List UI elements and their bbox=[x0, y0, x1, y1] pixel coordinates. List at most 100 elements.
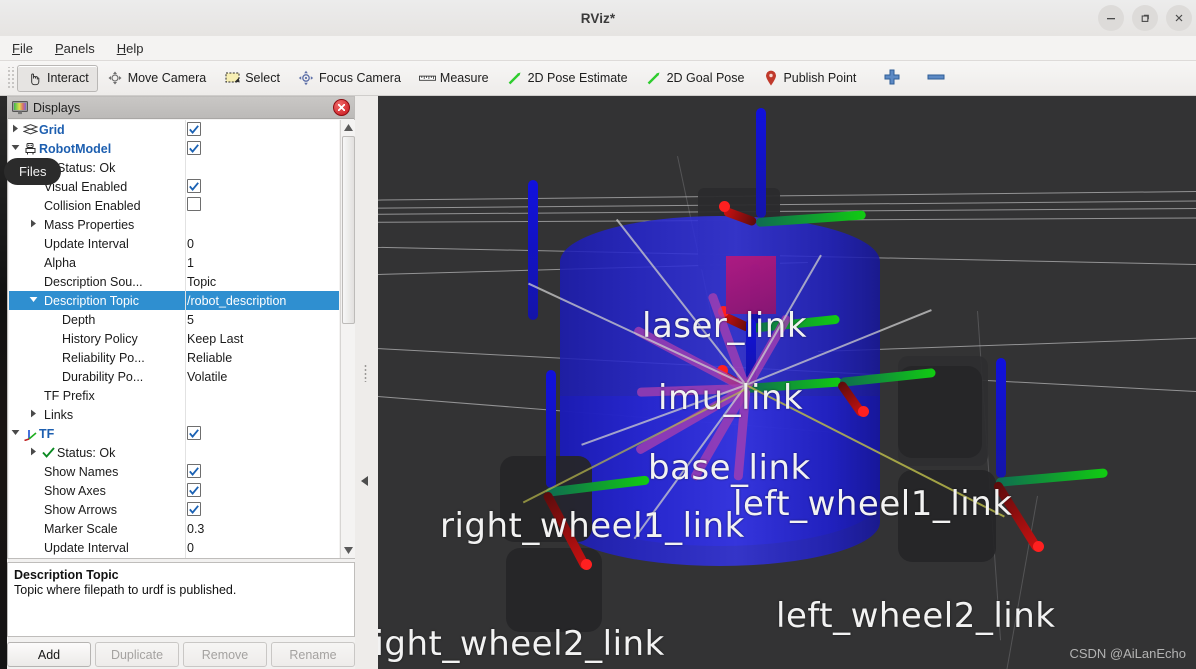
tree-row[interactable]: TF bbox=[9, 424, 339, 443]
tree-row[interactable]: Mass Properties bbox=[9, 215, 339, 234]
tree-row[interactable]: Update Interval0 bbox=[9, 234, 339, 253]
tree-row[interactable]: Grid bbox=[9, 120, 339, 139]
remove-tool-icon[interactable] bbox=[927, 71, 945, 85]
tree-row-value[interactable]: 0 bbox=[187, 541, 194, 555]
close-button[interactable] bbox=[1166, 5, 1192, 31]
scroll-down-icon[interactable] bbox=[341, 543, 356, 558]
chevron-down-icon[interactable] bbox=[27, 296, 40, 305]
tree-row[interactable]: Links bbox=[9, 405, 339, 424]
tree-row[interactable]: Depth5 bbox=[9, 310, 339, 329]
tree-row[interactable]: Update Interval0 bbox=[9, 538, 339, 557]
tree-row-checkbox[interactable] bbox=[187, 179, 201, 194]
tree-row[interactable]: RobotModel bbox=[9, 139, 339, 158]
tree-row[interactable]: Alpha1 bbox=[9, 253, 339, 272]
chevron-down-icon[interactable] bbox=[9, 144, 22, 153]
menu-help-rest: elp bbox=[126, 41, 143, 56]
tree-row-value[interactable]: 0 bbox=[187, 237, 194, 251]
tree-row-value[interactable]: Volatile bbox=[187, 370, 227, 384]
tool-measure[interactable]: Measure bbox=[410, 65, 498, 92]
menu-help-mnemonic: H bbox=[117, 41, 126, 56]
tree-row[interactable]: Reliability Po...Reliable bbox=[9, 348, 339, 367]
tree-row[interactable]: Marker Scale0.3 bbox=[9, 519, 339, 538]
tree-row-label: Status: Ok bbox=[57, 446, 115, 460]
tree-row-value[interactable]: /robot_description bbox=[187, 294, 286, 308]
tf-frame-label: right_wheel1_link bbox=[440, 506, 745, 546]
tree-row-value[interactable]: Reliable bbox=[187, 351, 232, 365]
grid-icon bbox=[22, 124, 39, 136]
collapse-panel-arrow-icon[interactable] bbox=[361, 476, 368, 486]
tf-frame-label: left_wheel2_link bbox=[776, 596, 1055, 636]
tree-row-checkbox[interactable] bbox=[187, 464, 201, 479]
tree-row-checkbox[interactable] bbox=[187, 483, 201, 498]
tree-row-checkbox[interactable] bbox=[187, 426, 201, 441]
tool-interact[interactable]: Interact bbox=[17, 65, 98, 92]
tree-row[interactable]: Show Names bbox=[9, 462, 339, 481]
tool-2d-goal-pose-label: 2D Goal Pose bbox=[667, 71, 745, 85]
tool-focus-camera-label: Focus Camera bbox=[319, 71, 401, 85]
displays-tree[interactable]: GridRobotModel Status: Ok Visual EnabledCo… bbox=[9, 120, 339, 558]
panel-splitter[interactable] bbox=[355, 96, 378, 669]
chevron-down-icon[interactable] bbox=[9, 429, 22, 438]
minimize-button[interactable] bbox=[1098, 5, 1124, 31]
tree-row[interactable]: Show Arrows bbox=[9, 500, 339, 519]
chevron-right-icon[interactable] bbox=[27, 447, 40, 458]
tree-row-label: Description Topic bbox=[44, 294, 139, 308]
displays-scrollbar[interactable] bbox=[340, 120, 356, 558]
tool-select[interactable]: Select bbox=[215, 65, 289, 92]
tree-row-value[interactable]: 5 bbox=[187, 313, 194, 327]
tree-row-checkbox[interactable] bbox=[187, 141, 201, 156]
menu-help[interactable]: Help bbox=[117, 41, 144, 56]
chevron-right-icon[interactable] bbox=[27, 409, 40, 420]
add-button[interactable]: Add bbox=[7, 642, 91, 667]
tree-row-value[interactable]: 1 bbox=[187, 256, 194, 270]
tree-row[interactable]: TF Prefix bbox=[9, 386, 339, 405]
pose-arrow-icon bbox=[507, 70, 524, 87]
hand-icon bbox=[26, 70, 43, 87]
tf-axis-x-tip bbox=[1033, 541, 1044, 552]
tree-row-value[interactable]: Topic bbox=[187, 275, 216, 289]
add-tool-icon[interactable] bbox=[883, 68, 901, 89]
tree-row[interactable]: Description Topic/robot_description bbox=[9, 291, 339, 310]
displays-panel-header: Displays bbox=[8, 97, 354, 119]
window-title: RViz* bbox=[581, 11, 616, 26]
toolbar-grip[interactable] bbox=[6, 67, 15, 89]
tree-row[interactable]: Status: Ok bbox=[9, 443, 339, 462]
chevron-right-icon[interactable] bbox=[9, 124, 22, 135]
scrollbar-thumb[interactable] bbox=[342, 136, 355, 324]
tree-row-checkbox[interactable] bbox=[187, 502, 201, 517]
splitter-grip[interactable] bbox=[364, 364, 367, 382]
menu-panels-mnemonic: P bbox=[55, 41, 64, 56]
maximize-button[interactable] bbox=[1132, 5, 1158, 31]
scroll-up-icon[interactable] bbox=[341, 120, 356, 135]
tree-row[interactable]: Durability Po...Volatile bbox=[9, 367, 339, 386]
tool-focus-camera[interactable]: Focus Camera bbox=[289, 65, 410, 92]
menu-file[interactable]: File bbox=[12, 41, 33, 56]
goal-arrow-icon bbox=[646, 70, 663, 87]
tree-row[interactable]: Description Sou...Topic bbox=[9, 272, 339, 291]
grid-line bbox=[378, 200, 1196, 209]
displays-icon bbox=[12, 101, 28, 115]
window-controls bbox=[1098, 5, 1192, 31]
tree-row-label: Show Axes bbox=[44, 484, 106, 498]
tool-2d-pose-estimate[interactable]: 2D Pose Estimate bbox=[498, 65, 637, 92]
tree-row-checkbox[interactable] bbox=[187, 197, 201, 214]
tree-row-value[interactable]: 0.3 bbox=[187, 522, 204, 536]
tree-row-label: Status: Ok bbox=[57, 161, 115, 175]
tree-row[interactable]: Collision Enabled bbox=[9, 196, 339, 215]
tool-move-camera[interactable]: Move Camera bbox=[98, 65, 216, 92]
tool-move-camera-label: Move Camera bbox=[128, 71, 207, 85]
chevron-right-icon[interactable] bbox=[27, 219, 40, 230]
tool-publish-point[interactable]: Publish Point bbox=[753, 65, 865, 92]
displays-close-icon[interactable] bbox=[333, 99, 350, 116]
tree-row[interactable]: Visual Enabled bbox=[9, 177, 339, 196]
tool-2d-pose-estimate-label: 2D Pose Estimate bbox=[528, 71, 628, 85]
tree-row[interactable]: History PolicyKeep Last bbox=[9, 329, 339, 348]
remove-button: Remove bbox=[183, 642, 267, 667]
rviz-window: RViz* File Panels Help bbox=[0, 0, 1196, 669]
tree-row-value[interactable]: Keep Last bbox=[187, 332, 243, 346]
tree-row-checkbox[interactable] bbox=[187, 122, 201, 137]
render-viewport-3d[interactable]: laser_linkimu_linkbase_linkright_wheel1_… bbox=[378, 96, 1196, 669]
menu-panels[interactable]: Panels bbox=[55, 41, 95, 56]
tree-row[interactable]: Show Axes bbox=[9, 481, 339, 500]
tool-2d-goal-pose[interactable]: 2D Goal Pose bbox=[637, 65, 754, 92]
